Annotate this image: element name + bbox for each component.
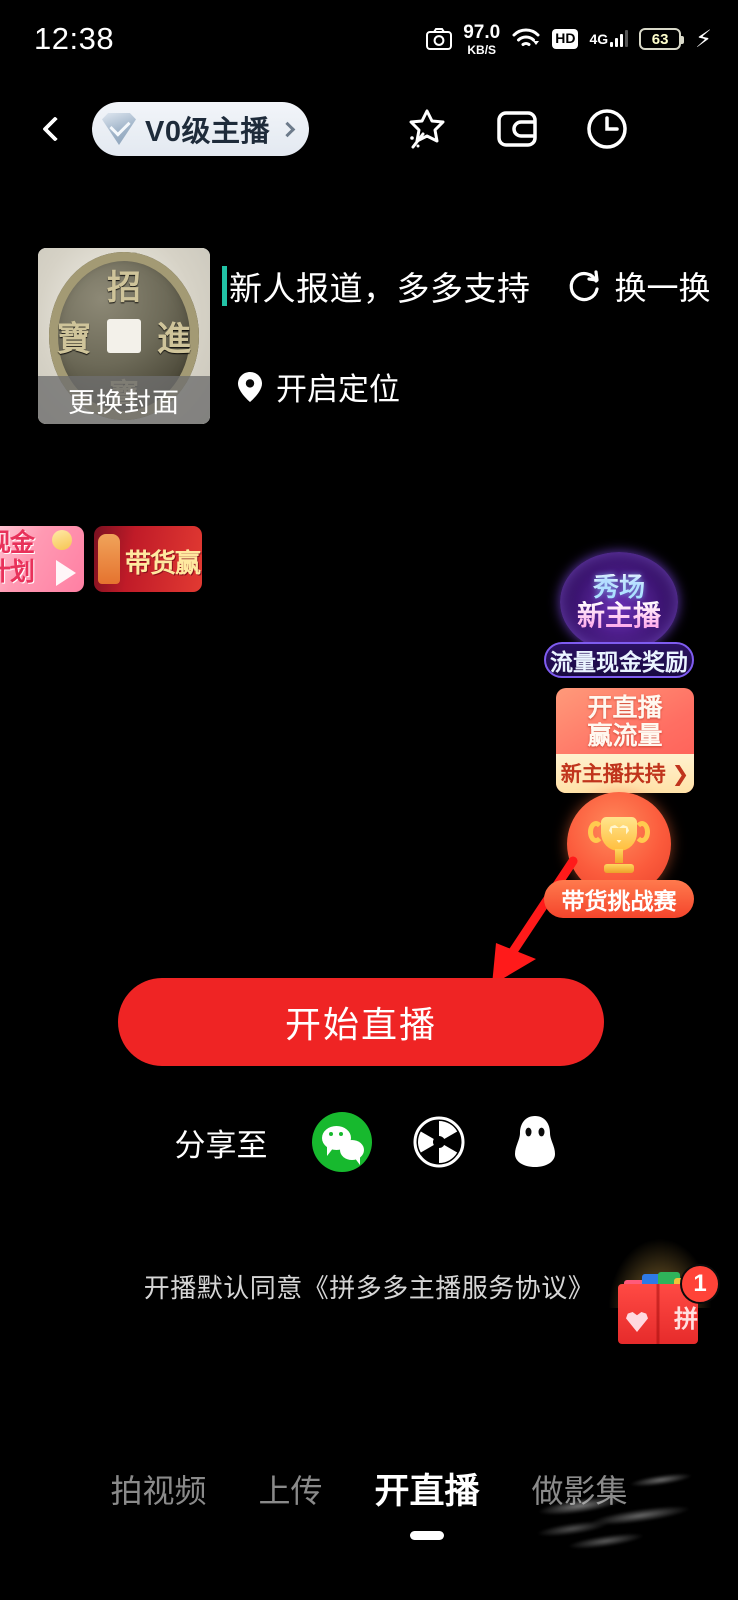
active-tab-indicator: [410, 1531, 444, 1540]
text-cursor: [222, 266, 227, 306]
battery-indicator: 63: [639, 28, 685, 50]
left-promo-banners: 现金计划 带货赢: [0, 526, 202, 592]
status-indicators: 97.0 KB/S HD 4G 63 ⚡: [426, 23, 712, 56]
nav-icon-group: [404, 106, 712, 152]
sell-goods-banner[interactable]: 带货赢: [94, 526, 202, 592]
banner-figure-decor: [98, 534, 120, 584]
coin-char-top: 招: [107, 268, 141, 308]
status-clock: 12:38: [34, 21, 115, 56]
stream-title-row: 新人报道，多多支持 换一换: [222, 262, 711, 310]
gift-box-icon[interactable]: 拼 1: [600, 1238, 720, 1348]
start-live-button[interactable]: 开始直播: [118, 978, 604, 1066]
location-pin-icon: [238, 371, 262, 402]
refresh-icon: [569, 270, 599, 302]
refresh-title-button[interactable]: 换一换: [567, 263, 711, 309]
stream-title-input[interactable]: 新人报道，多多支持: [229, 262, 531, 310]
wechat-icon[interactable]: [311, 1112, 372, 1172]
enable-location-label: 开启定位: [276, 372, 400, 407]
coin-char-left: 寶: [57, 319, 91, 360]
share-row: 分享至: [0, 1112, 738, 1172]
live-stream-setup-screen: 12:38 97.0 KB/S HD 4G 63 ⚡ V0级主播 招 寶 進 更…: [0, 0, 738, 1600]
menu-icon[interactable]: [674, 106, 712, 152]
wifi-icon: [511, 27, 541, 51]
moments-aperture-icon[interactable]: [410, 1113, 468, 1171]
chevron-left-icon: [42, 116, 68, 142]
anchor-level-badge[interactable]: V0级主播: [92, 102, 309, 156]
tab-upload[interactable]: 上传: [232, 1466, 348, 1512]
cash-plan-banner[interactable]: 现金计划: [0, 526, 84, 592]
change-cover-button[interactable]: 更换封面: [38, 376, 210, 424]
coin-center-hole: [107, 319, 141, 353]
traffic-caption: 新主播扶持 ❯: [556, 754, 694, 793]
status-bar: 12:38 97.0 KB/S HD 4G 63 ⚡: [0, 0, 738, 78]
showroom-line2: 新主播: [576, 599, 661, 631]
signal-bars-icon: [610, 30, 629, 47]
tab-go-live[interactable]: 开直播: [349, 1463, 506, 1540]
traffic-reward-badge[interactable]: 开直播 赢流量 新主播扶持 ❯: [556, 688, 694, 793]
sell-goods-banner-text: 带货赢: [124, 548, 201, 578]
showroom-caption: 流量现金奖励: [544, 642, 694, 678]
clock-icon[interactable]: [584, 106, 630, 152]
gift-badge-count: 1: [680, 1264, 720, 1304]
wallet-icon[interactable]: [494, 106, 540, 152]
change-cover-label: 更换封面: [68, 387, 180, 418]
cover-thumbnail[interactable]: 招 寶 進 寶 更换封面: [38, 248, 210, 424]
showroom-orb-icon: 秀场 新主播: [560, 552, 678, 652]
network-speed-unit: KB/S: [467, 42, 497, 57]
enable-location-button[interactable]: 开启定位: [236, 364, 400, 409]
hd-indicator: HD: [552, 29, 579, 49]
battery-level: 63: [651, 30, 669, 48]
tab-shoot-video[interactable]: 拍视频: [84, 1466, 232, 1512]
chevron-right-icon: [279, 121, 296, 137]
coin-char-right: 進: [157, 319, 191, 360]
network-speed-indicator: 97.0 KB/S: [463, 23, 500, 56]
anchor-level-label: V0级主播: [145, 116, 270, 148]
diamond-gem-icon: [102, 113, 136, 145]
network-speed-value: 97.0: [463, 21, 501, 43]
gift-brand-char: 拼: [674, 1305, 698, 1333]
sales-challenge-caption: 带货挑战赛: [544, 880, 694, 918]
play-icon: [56, 560, 76, 586]
top-nav-bar: V0级主播: [0, 96, 738, 162]
trophy-icon: [588, 813, 650, 875]
showroom-line1: 秀场: [592, 571, 645, 602]
camera-icon: [426, 28, 453, 50]
magic-wand-icon[interactable]: [404, 106, 450, 152]
traffic-line1: 开直播: [587, 694, 663, 722]
coin-decor-icon: [52, 530, 72, 550]
tab-go-live-label: 开直播: [374, 1472, 480, 1511]
back-button[interactable]: [22, 116, 88, 142]
cash-plan-banner-text: 现金计划: [0, 529, 35, 586]
traffic-line2: 赢流量: [587, 722, 663, 750]
qq-penguin-icon[interactable]: [506, 1113, 564, 1171]
red-arrow-icon: [470, 855, 590, 995]
screen-smudge-artifact: [510, 1437, 736, 1587]
showroom-new-anchor-badge[interactable]: 秀场 新主播 流量现金奖励: [544, 552, 694, 678]
cellular-signal-indicator: 4G: [589, 30, 629, 47]
share-label: 分享至: [174, 1127, 268, 1163]
refresh-label: 换一换: [614, 270, 711, 306]
lightning-bolt-icon: ⚡: [695, 25, 712, 53]
network-type-label: 4G: [589, 31, 609, 47]
